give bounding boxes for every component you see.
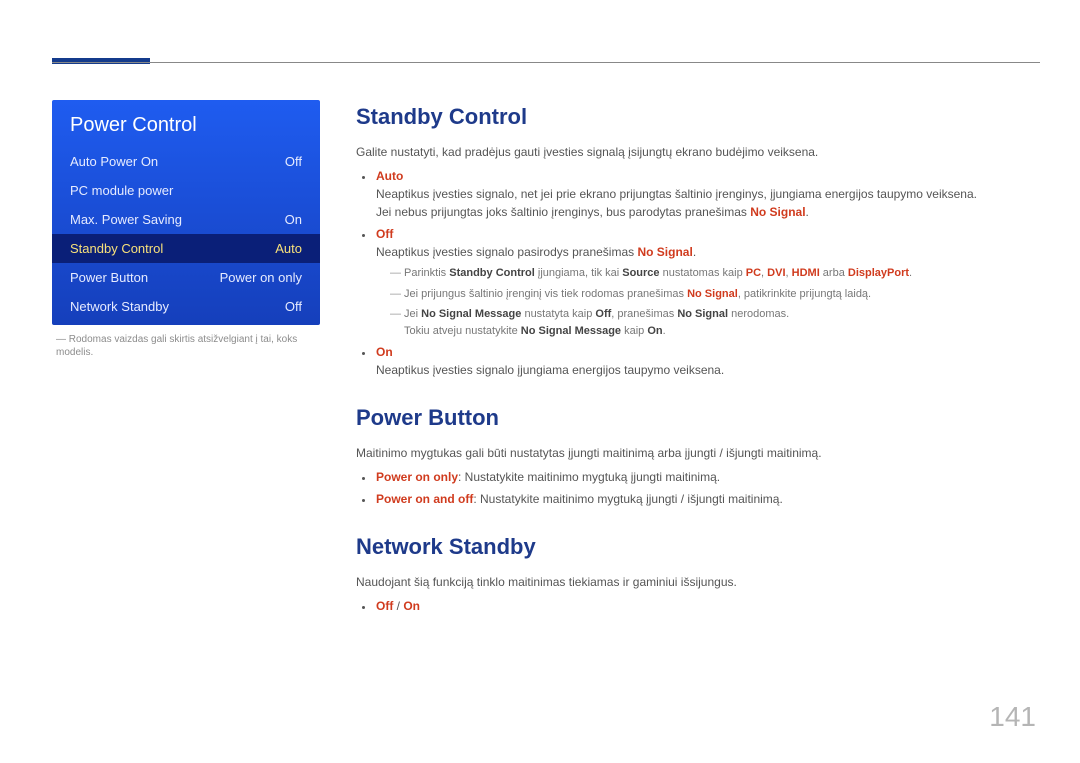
label-auto: Auto — [376, 169, 403, 183]
label-on: On — [376, 345, 393, 359]
osd-menu-footnote: ― Rodomas vaizdas gali skirtis atsižvelg… — [52, 325, 320, 359]
header-accent — [52, 58, 150, 64]
osd-row-label: Standby Control — [70, 241, 163, 256]
label-off: Off — [376, 227, 393, 241]
section-network-standby: Network Standby Naudojant šią funkciją t… — [356, 530, 1040, 615]
off-sub2: Jei prijungus šaltinio įrenginį vis tiek… — [390, 286, 1040, 303]
network-intro: Naudojant šią funkciją tinklo maitinimas… — [356, 573, 1040, 591]
bullet-off: Off Neaptikus įvesties signalo pasirodys… — [374, 225, 1040, 339]
on-desc1: Neaptikus įvesties signalo įjungiama ene… — [376, 361, 1040, 379]
section-standby-control: Standby Control Galite nustatyti, kad pr… — [356, 100, 1040, 379]
osd-row-value: Auto — [275, 241, 302, 256]
osd-menu-panel: Power Control Auto Power On Off PC modul… — [52, 100, 320, 325]
standby-intro: Galite nustatyti, kad pradėjus gauti įve… — [356, 143, 1040, 161]
off-sub3-line2: Tokiu atveju nustatykite No Signal Messa… — [404, 323, 1040, 340]
off-desc1: Neaptikus įvesties signalo pasirodys pra… — [376, 243, 1040, 261]
osd-row-label: Max. Power Saving — [70, 212, 182, 227]
network-bullets: Off / On — [356, 597, 1040, 615]
bullet-power-on-only: Power on only: Nustatykite maitinimo myg… — [374, 468, 1040, 486]
auto-desc1: Neaptikus įvesties signalo, net jei prie… — [376, 185, 1040, 203]
off-sub3: Jei No Signal Message nustatyta kaip Off… — [390, 306, 1040, 339]
auto-desc2: Jei nebus prijungtas joks šaltinio įreng… — [376, 203, 1040, 221]
header-rule — [52, 62, 1040, 63]
osd-row-standby-control[interactable]: Standby Control Auto — [52, 234, 320, 263]
osd-row-pc-module-power[interactable]: PC module power — [52, 176, 320, 205]
standby-bullets: Auto Neaptikus įvesties signalo, net jei… — [356, 167, 1040, 379]
bullet-auto: Auto Neaptikus įvesties signalo, net jei… — [374, 167, 1040, 221]
bullet-power-on-and-off: Power on and off: Nustatykite maitinimo … — [374, 490, 1040, 508]
bullet-off-on: Off / On — [374, 597, 1040, 615]
powerbutton-intro: Maitinimo mygtukas gali būti nustatytas … — [356, 444, 1040, 462]
page-number: 141 — [989, 701, 1036, 733]
osd-row-label: Network Standby — [70, 299, 169, 314]
osd-row-label: PC module power — [70, 183, 173, 198]
osd-row-auto-power-on[interactable]: Auto Power On Off — [52, 147, 320, 176]
osd-menu-title: Power Control — [52, 100, 320, 147]
osd-row-network-standby[interactable]: Network Standby Off — [52, 292, 320, 321]
doc-column: Standby Control Galite nustatyti, kad pr… — [356, 100, 1040, 637]
osd-row-label: Auto Power On — [70, 154, 158, 169]
heading-standby-control: Standby Control — [356, 100, 1040, 133]
osd-row-max-power-saving[interactable]: Max. Power Saving On — [52, 205, 320, 234]
osd-row-value: Power on only — [220, 270, 302, 285]
osd-row-label: Power Button — [70, 270, 148, 285]
off-subnotes: Parinktis Standby Control įjungiama, tik… — [376, 265, 1040, 339]
heading-power-button: Power Button — [356, 401, 1040, 434]
heading-network-standby: Network Standby — [356, 530, 1040, 563]
off-sub1: Parinktis Standby Control įjungiama, tik… — [390, 265, 1040, 282]
page-content: Power Control Auto Power On Off PC modul… — [52, 100, 1040, 637]
osd-row-power-button[interactable]: Power Button Power on only — [52, 263, 320, 292]
osd-row-value: Off — [285, 299, 302, 314]
osd-menu-column: Power Control Auto Power On Off PC modul… — [52, 100, 320, 637]
osd-row-value: On — [285, 212, 302, 227]
powerbutton-bullets: Power on only: Nustatykite maitinimo myg… — [356, 468, 1040, 508]
bullet-on: On Neaptikus įvesties signalo įjungiama … — [374, 343, 1040, 379]
section-power-button: Power Button Maitinimo mygtukas gali būt… — [356, 401, 1040, 508]
osd-row-value: Off — [285, 154, 302, 169]
